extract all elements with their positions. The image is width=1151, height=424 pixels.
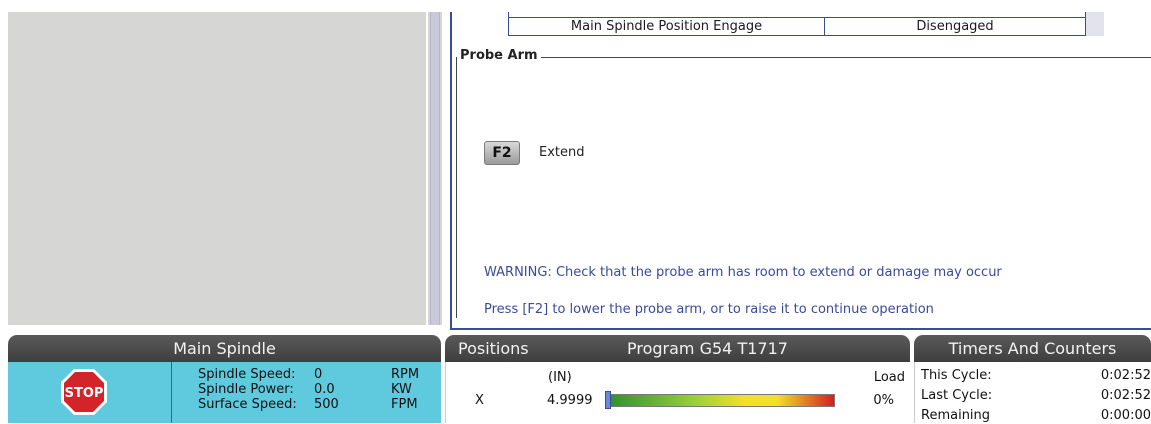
table-cell-label: Main Spindle Position Engage <box>509 18 825 35</box>
main-spindle-header: Main Spindle <box>8 335 441 362</box>
probe-arm-title: Probe Arm <box>457 48 541 63</box>
load-label: Load <box>873 370 905 385</box>
remaining-label: Remaining <box>921 408 991 423</box>
timers-header: Timers And Counters <box>914 335 1151 362</box>
positions-panel: (IN) Load X 4.9999 0% <box>445 362 911 423</box>
load-bar-indicator <box>605 391 611 409</box>
extend-label: Extend <box>539 145 585 160</box>
spindle-speed-value: 0 <box>314 367 323 382</box>
remaining-value: 0:00:00 <box>1100 408 1151 423</box>
pane-splitter[interactable] <box>428 12 442 325</box>
surface-speed-value: 500 <box>314 397 339 412</box>
last-cycle-value: 0:02:52 <box>1100 388 1151 403</box>
this-cycle-label: This Cycle: <box>921 368 992 383</box>
splitter-handle[interactable] <box>430 12 440 325</box>
last-cycle-label: Last Cycle: <box>921 388 993 403</box>
timers-panel: This Cycle: 0:02:52 Last Cycle: 0:02:52 … <box>914 362 1151 423</box>
spindle-power-unit: KW <box>391 382 412 397</box>
table-cell-value: Disengaged <box>916 19 994 34</box>
spindle-speed-unit: RPM <box>391 367 420 382</box>
this-cycle-row: This Cycle: 0:02:52 <box>921 367 1151 384</box>
load-bar <box>606 394 835 407</box>
surface-speed-label: Surface Speed: <box>198 397 297 412</box>
remaining-row: Remaining 0:00:00 <box>921 407 1151 424</box>
main-spindle-panel: STOP Spindle Speed: 0 RPM Spindle Power:… <box>8 362 441 423</box>
units-label: (IN) <box>548 370 572 385</box>
table-row[interactable]: Main Spindle Position Engage Disengaged <box>508 17 1086 36</box>
spindle-power-value: 0.0 <box>314 382 335 397</box>
spindle-speed-row: Spindle Speed: 0 RPM <box>8 367 441 382</box>
instruction-text: Press [F2] to lower the probe arm, or to… <box>484 302 934 317</box>
positions-title: Positions <box>458 339 529 358</box>
probe-arm-content: Main Spindle Position Engage Disengaged … <box>450 12 1151 330</box>
spindle-speed-label: Spindle Speed: <box>198 367 296 382</box>
spindle-power-label: Spindle Power: <box>198 382 294 397</box>
surface-speed-unit: FPM <box>391 397 418 412</box>
top-strip <box>0 0 1151 12</box>
this-cycle-value: 0:02:52 <box>1100 368 1151 383</box>
f2-key-button[interactable]: F2 <box>484 141 520 165</box>
surface-speed-row: Surface Speed: 500 FPM <box>8 397 441 412</box>
warning-text: WARNING: Check that the probe arm has ro… <box>484 265 1002 280</box>
last-cycle-row: Last Cycle: 0:02:52 <box>921 387 1151 404</box>
spindle-power-row: Spindle Power: 0.0 KW <box>8 382 441 397</box>
axis-x-value: 4.9999 <box>547 393 593 408</box>
axis-x-label: X <box>475 393 484 408</box>
positions-header: Positions Program G54 T1717 <box>445 335 910 362</box>
program-title: Program G54 T1717 <box>627 339 788 358</box>
load-value: 0% <box>873 393 894 408</box>
left-pane <box>8 12 426 325</box>
table-scrollbar[interactable] <box>1086 12 1104 36</box>
